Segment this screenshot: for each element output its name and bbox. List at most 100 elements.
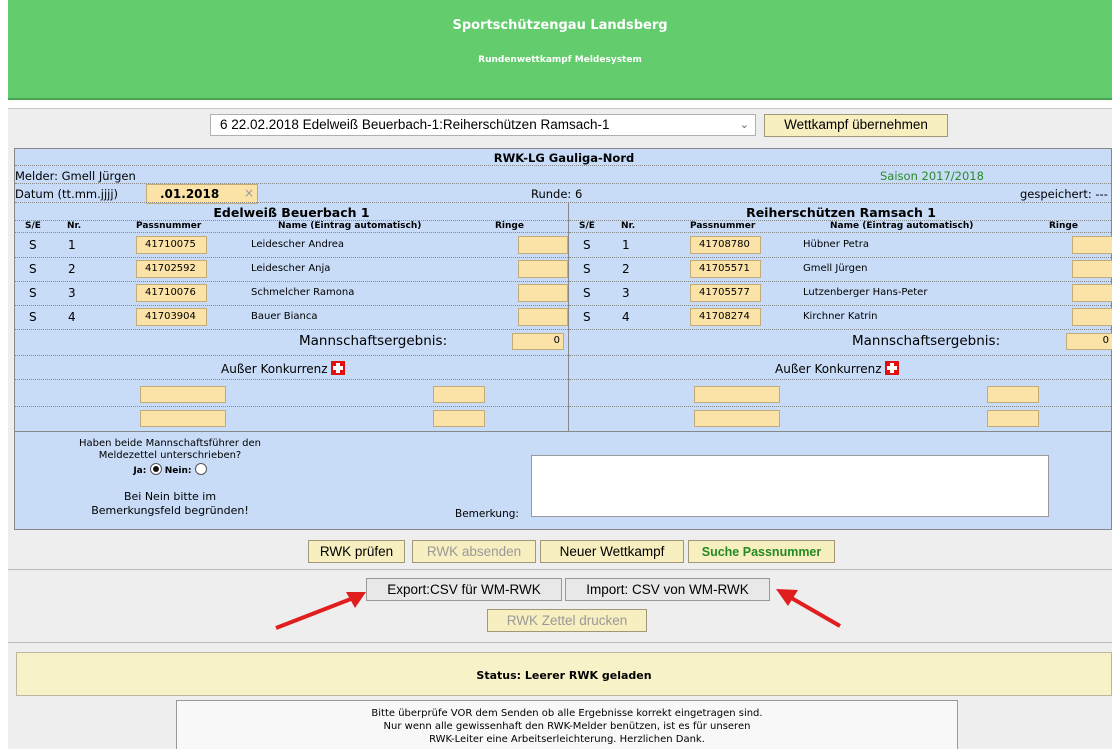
home-result-value: 0	[512, 333, 564, 350]
row-se: S	[583, 238, 591, 252]
col-name: Name (Eintrag automatisch)	[278, 221, 422, 231]
away-team-name: Reiherschützen Ramsach 1	[746, 205, 936, 220]
pass-input[interactable]: 41710076	[136, 284, 207, 302]
col-pass: Passnummer	[690, 221, 756, 231]
ak-rings-input[interactable]	[987, 386, 1039, 403]
import-csv-button[interactable]: Import: CSV von WM-RWK	[565, 578, 770, 601]
competition-select[interactable]: 6 22.02.2018 Edelweiß Beuerbach-1:Reiher…	[210, 114, 756, 136]
header-banner: Sportschützengau Landsberg Rundenwettkam…	[8, 0, 1112, 100]
home-ak-label: Außer Konkurrenz	[221, 361, 345, 376]
search-pass-button[interactable]: Suche Passnummer	[688, 540, 835, 563]
rings-input[interactable]	[518, 236, 568, 254]
pass-input[interactable]: 41705577	[690, 284, 761, 302]
row-se: S	[29, 262, 37, 276]
row-nr: 1	[68, 238, 76, 252]
row-nr: 3	[622, 286, 630, 300]
ak-rings-input[interactable]	[433, 410, 485, 427]
pass-input[interactable]: 41705571	[690, 260, 761, 278]
row-nr: 2	[68, 262, 76, 276]
home-team-name: Edelweiß Beuerbach 1	[213, 205, 370, 220]
ak-rings-input[interactable]	[987, 410, 1039, 427]
site-title: Sportschützengau Landsberg	[452, 18, 668, 33]
add-icon[interactable]	[884, 361, 899, 375]
rings-input[interactable]	[518, 308, 568, 326]
red-arrow-icon	[776, 589, 841, 628]
ak-pass-input[interactable]	[694, 386, 780, 403]
pass-input[interactable]: 41708780	[690, 236, 761, 254]
info-note: Bitte überprüfe VOR dem Senden ob alle E…	[176, 700, 958, 749]
nein-label: Nein:	[164, 466, 192, 476]
export-csv-button[interactable]: Export:CSV für WM-RWK	[366, 578, 562, 601]
row-se: S	[583, 310, 591, 324]
row-se: S	[29, 238, 37, 252]
season-label: Saison 2017/2018	[880, 169, 984, 183]
row-nr: 3	[68, 286, 76, 300]
shooter-name: Bauer Bianca	[251, 311, 318, 322]
date-input[interactable]: .01.2018 ×	[146, 184, 258, 204]
row-nr: 4	[622, 310, 630, 324]
nein-radio[interactable]	[194, 463, 207, 475]
melder-label: Melder: Gmell Jürgen	[15, 169, 136, 183]
row-se: S	[583, 262, 591, 276]
col-se: S/E	[25, 221, 41, 231]
pass-input[interactable]: 41702592	[136, 260, 207, 278]
shooter-name: Gmell Jürgen	[803, 263, 868, 274]
rings-input[interactable]	[1072, 284, 1112, 302]
pass-input[interactable]: 41710075	[136, 236, 207, 254]
row-se: S	[29, 286, 37, 300]
form-area: RWK-LG Gauliga-Nord Melder: Gmell Jürgen…	[8, 142, 1112, 749]
col-ringe: Ringe	[495, 221, 524, 231]
rwk-send-button[interactable]: RWK absenden	[412, 540, 536, 563]
away-ak-label: Außer Konkurrenz	[775, 361, 899, 376]
rings-input[interactable]	[1072, 308, 1112, 326]
col-nr: Nr.	[67, 221, 82, 231]
row-se: S	[583, 286, 591, 300]
rings-input[interactable]	[518, 284, 568, 302]
print-sheet-button[interactable]: RWK Zettel drucken	[487, 609, 647, 632]
competition-select-bar: 6 22.02.2018 Edelweiß Beuerbach-1:Reiher…	[8, 108, 1112, 142]
ja-radio[interactable]	[149, 463, 162, 475]
col-nr: Nr.	[621, 221, 636, 231]
col-ringe: Ringe	[1049, 221, 1078, 231]
ak-pass-input[interactable]	[140, 386, 226, 403]
date-value: .01.2018	[160, 187, 220, 201]
pass-input[interactable]: 41708274	[690, 308, 761, 326]
rings-input[interactable]	[1072, 260, 1112, 278]
shooter-name: Schmelcher Ramona	[251, 287, 355, 298]
add-icon[interactable]	[330, 361, 345, 375]
ja-label: Ja:	[133, 466, 147, 476]
site-subtitle: Rundenwettkampf Meldesystem	[478, 55, 642, 65]
ak-pass-input[interactable]	[694, 410, 780, 427]
shooter-name: Leidescher Andrea	[251, 239, 345, 250]
ak-pass-input[interactable]	[140, 410, 226, 427]
home-result-label: Mannschaftsergebnis:	[299, 333, 448, 349]
page: Sportschützengau Landsberg Rundenwettkam…	[0, 0, 1112, 749]
rwk-check-button[interactable]: RWK prüfen	[308, 540, 405, 563]
form-title: RWK-LG Gauliga-Nord	[493, 151, 635, 165]
chevron-down-icon: ⌄	[739, 119, 749, 131]
clear-icon[interactable]: ×	[244, 186, 254, 200]
pass-input[interactable]: 41703904	[136, 308, 207, 326]
away-result-value: 0	[1066, 333, 1112, 350]
col-name: Name (Eintrag automatisch)	[830, 221, 974, 231]
col-se: S/E	[579, 221, 595, 231]
round-label: Runde: 6	[531, 187, 583, 201]
hint-line2: Bemerkungsfeld begründen!	[91, 504, 249, 517]
rings-input[interactable]	[518, 260, 568, 278]
shooter-name: Lutzenberger Hans-Peter	[803, 287, 928, 298]
row-nr: 1	[622, 238, 630, 252]
remark-textarea[interactable]	[531, 455, 1049, 517]
hint-line1: Bei Nein bitte im	[123, 490, 217, 503]
ak-rings-input[interactable]	[433, 386, 485, 403]
status-bar: Status: Leerer RWK geladen	[16, 652, 1112, 696]
shooter-name: Kirchner Katrin	[803, 311, 878, 322]
signature-question: Haben beide Mannschaftsführer den Meldez…	[15, 438, 325, 518]
row-se: S	[29, 310, 37, 324]
remark-label: Bemerkung:	[455, 508, 519, 520]
away-result-label: Mannschaftsergebnis:	[852, 333, 1001, 349]
row-nr: 2	[622, 262, 630, 276]
rings-input[interactable]	[1072, 236, 1112, 254]
new-competition-button[interactable]: Neuer Wettkampf	[540, 540, 684, 563]
take-over-button[interactable]: Wettkampf übernehmen	[764, 114, 948, 137]
col-pass: Passnummer	[136, 221, 202, 231]
